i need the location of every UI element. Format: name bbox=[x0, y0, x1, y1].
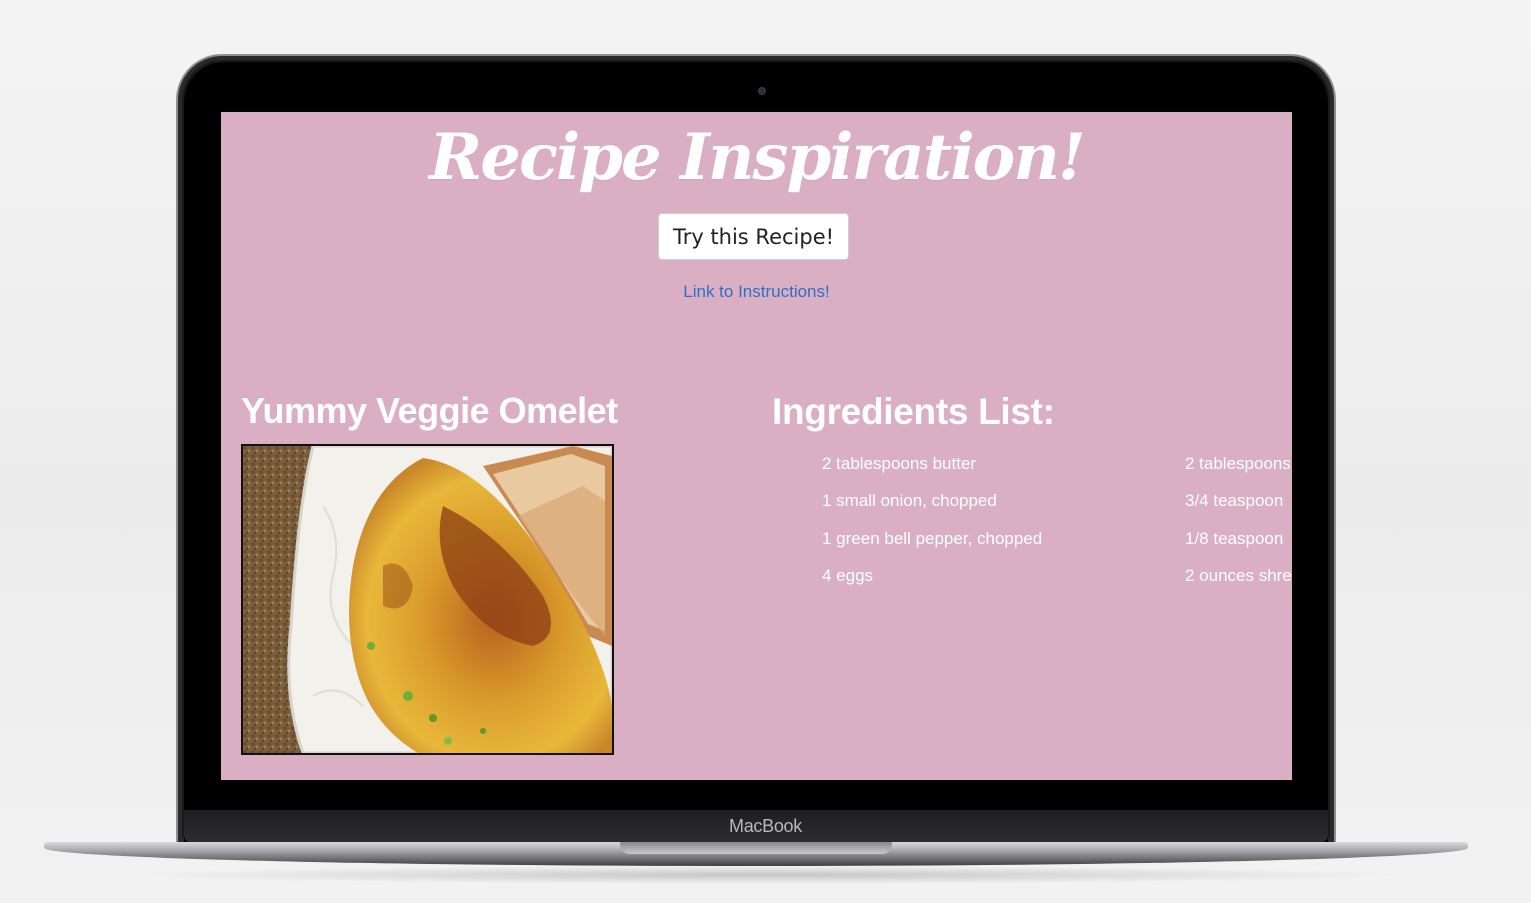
ingredient-item: 1 green bell pepper, chopped bbox=[822, 528, 1043, 548]
brand-label: MacBook bbox=[729, 816, 802, 836]
ingredient-item: 2 ounces shre bbox=[1185, 566, 1292, 586]
ingredients-list-column-2: 2 tablespoons 3/4 teaspoon 1/8 teaspoon … bbox=[1185, 454, 1292, 604]
ingredient-item: 4 eggs bbox=[822, 566, 874, 586]
ingredient-item: 1 small onion, chopped bbox=[822, 491, 997, 511]
ingredient-item: 3/4 teaspoon bbox=[1185, 491, 1284, 511]
instructions-link[interactable]: Link to Instructions! bbox=[221, 282, 1292, 302]
omelet-photo bbox=[241, 444, 614, 755]
laptop-shadow bbox=[120, 866, 1410, 884]
web-page: Recipe Inspiration! Try this Recipe! Lin… bbox=[221, 112, 1292, 780]
recipe-name: Yummy Veggie Omelet bbox=[241, 390, 618, 431]
camera-icon bbox=[758, 87, 766, 95]
laptop-notch bbox=[620, 842, 892, 854]
ingredient-item: 2 tablespoons butter bbox=[822, 454, 977, 473]
try-recipe-button[interactable]: Try this Recipe! bbox=[658, 213, 849, 260]
page-title: Recipe Inspiration! bbox=[429, 120, 1086, 195]
ingredients-heading: Ingredients List: bbox=[772, 391, 1055, 432]
ingredient-item: 1/8 teaspoon bbox=[1185, 528, 1284, 548]
ingredient-item: 2 tablespoons bbox=[1185, 454, 1291, 473]
ingredients-list-column-1: 2 tablespoons butter 1 small onion, chop… bbox=[822, 454, 1042, 604]
